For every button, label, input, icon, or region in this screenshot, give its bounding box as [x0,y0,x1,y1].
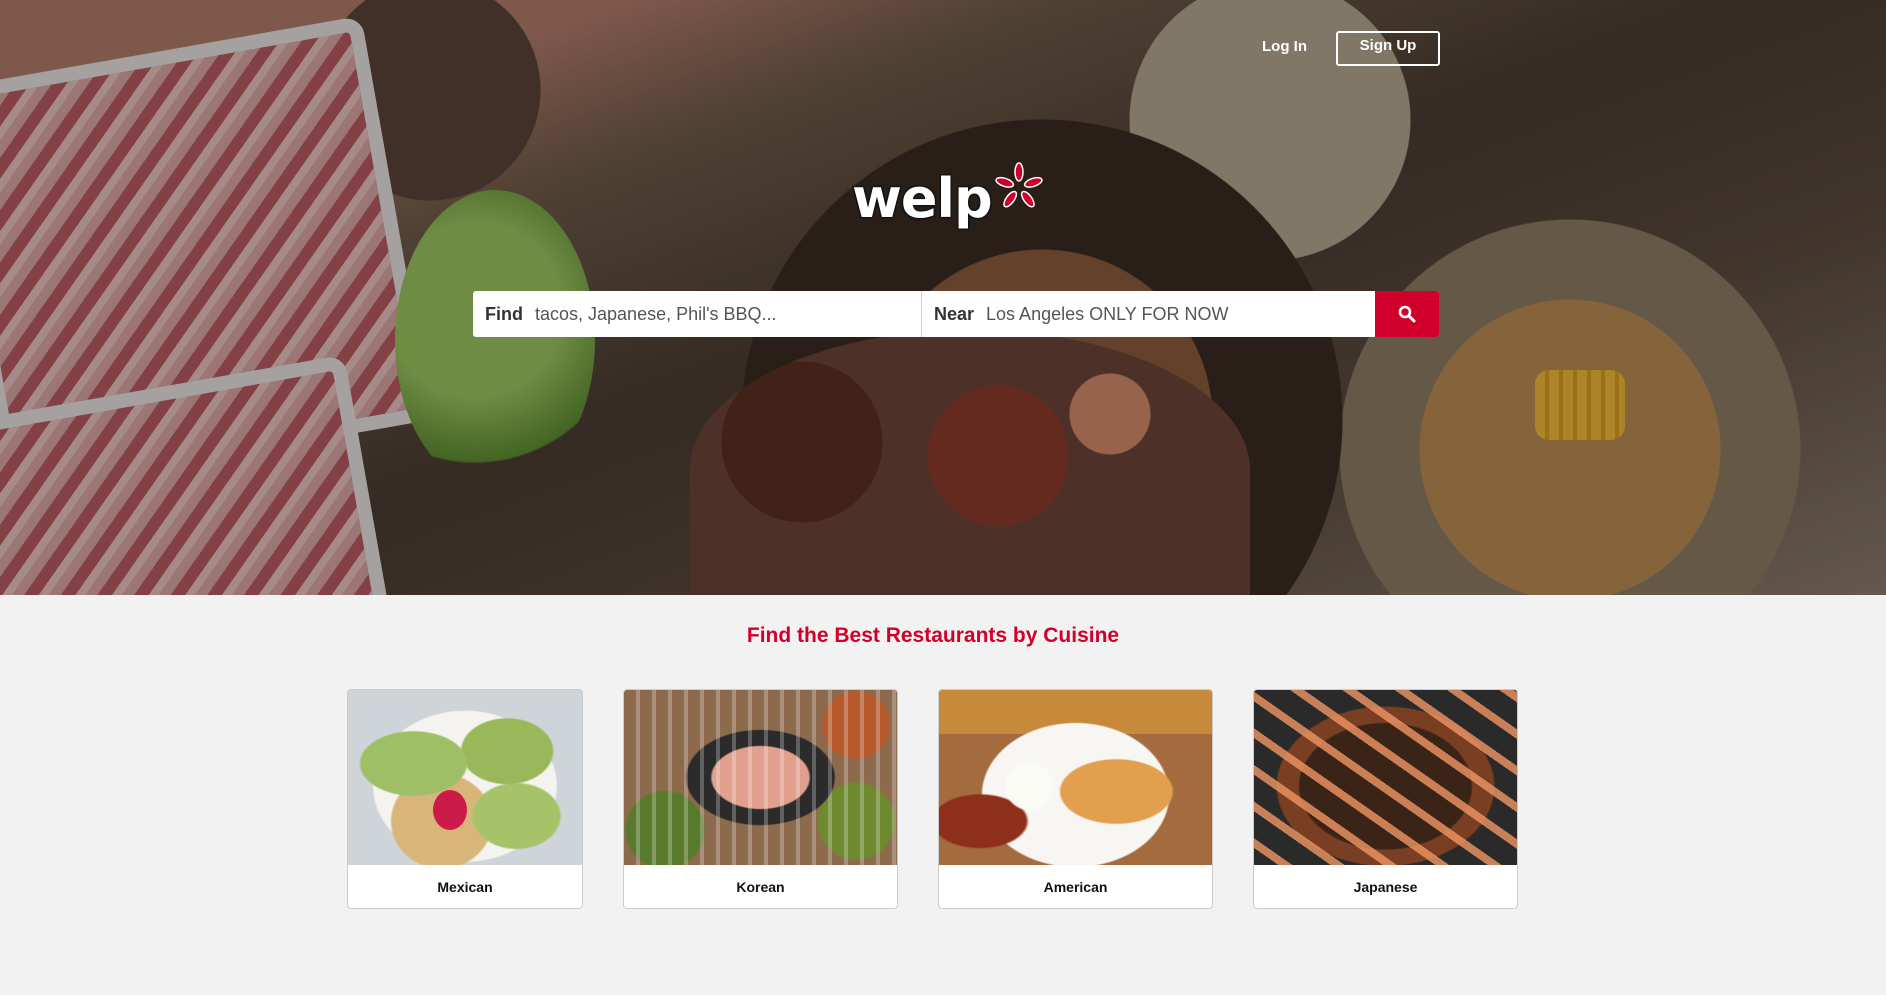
cuisine-label: Korean [736,878,785,895]
cuisine-label: Mexican [437,878,493,895]
search-button[interactable] [1375,291,1439,337]
welp-logo[interactable]: welp [851,162,1044,230]
search-icon [1398,305,1416,323]
hero-lettuce [395,190,595,490]
burst-icon [995,162,1043,208]
cuisine-image-japanese [1254,690,1517,865]
hero-meat-tray [0,354,390,595]
find-label: Find [485,303,523,324]
near-field: Near [922,291,1375,337]
near-input[interactable] [986,294,1375,334]
cuisine-section-title: Find the Best Restaurants by Cuisine [746,624,1120,647]
cuisine-card-american[interactable]: American [938,689,1213,909]
cuisine-card-korean[interactable]: Korean [623,689,898,909]
cuisine-image-korean [624,690,897,865]
hero-corn [1535,370,1625,440]
cuisine-card-mexican[interactable]: Mexican [347,689,583,909]
find-field: Find [473,291,922,337]
search-bar: Find Near [473,291,1439,337]
hero-grill [690,330,1250,595]
cuisine-image-mexican [348,690,582,865]
logo-text: welp [851,167,995,230]
cuisine-label: American [1043,878,1108,895]
find-input[interactable] [535,294,921,334]
cuisine-image-american [939,690,1212,865]
near-label: Near [934,303,975,324]
cuisine-card-japanese[interactable]: Japanese [1253,689,1518,909]
signup-button[interactable]: Sign Up [1336,31,1440,66]
cuisine-label: Japanese [1353,878,1418,895]
login-link[interactable]: Log In [1262,38,1307,55]
hero-meat-tray [0,15,433,495]
